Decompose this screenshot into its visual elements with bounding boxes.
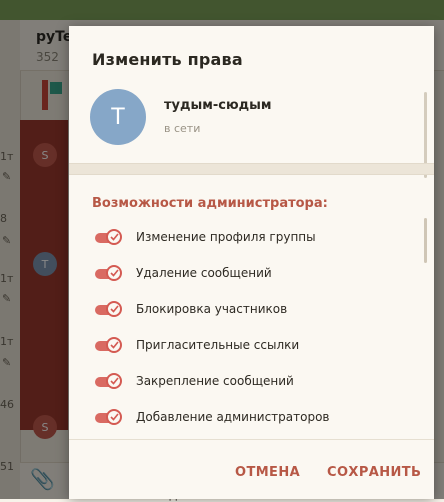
permission-toggle[interactable]	[95, 265, 125, 282]
permission-toggle[interactable]	[95, 409, 125, 426]
permission-row-add-admins[interactable]: Добавление администраторов	[69, 404, 409, 432]
avatar: T	[90, 89, 146, 145]
permission-row-ban-users[interactable]: Блокировка участников	[69, 296, 409, 324]
user-name: тудым-сюдым	[164, 98, 272, 113]
admin-rights-heading: Возможности администратора:	[92, 196, 328, 211]
check-icon	[106, 337, 122, 353]
permission-label: Добавление администраторов	[136, 410, 330, 424]
dialog-title: Изменить права	[92, 50, 243, 69]
user-status: в сети	[164, 122, 201, 135]
save-button[interactable]: СОХРАНИТЬ	[327, 465, 421, 480]
permission-label: Удаление сообщений	[136, 266, 272, 280]
permission-row-pin-messages[interactable]: Закрепление сообщений	[69, 368, 409, 396]
permission-toggle[interactable]	[95, 373, 125, 390]
check-icon	[106, 409, 122, 425]
check-icon	[106, 229, 122, 245]
scrollbar[interactable]	[424, 218, 427, 263]
permission-label: Блокировка участников	[136, 302, 288, 316]
cancel-button[interactable]: ОТМЕНА	[235, 465, 300, 480]
edit-rights-dialog: Изменить права T тудым-сюдым в сети Возм…	[69, 26, 434, 499]
permission-row-invite-links[interactable]: Пригласительные ссылки	[69, 332, 409, 360]
permission-row-delete-messages[interactable]: Удаление сообщений	[69, 260, 409, 288]
permission-toggle[interactable]	[95, 229, 125, 246]
permission-label: Изменение профиля группы	[136, 230, 316, 244]
permission-label: Пригласительные ссылки	[136, 338, 300, 352]
permission-label: Закрепление сообщений	[136, 374, 294, 388]
check-icon	[106, 265, 122, 281]
dialog-footer: ОТМЕНА СОХРАНИТЬ	[69, 439, 434, 499]
section-divider	[69, 163, 434, 175]
permission-toggle[interactable]	[95, 337, 125, 354]
permission-row-change-info[interactable]: Изменение профиля группы	[69, 224, 409, 252]
check-icon	[106, 301, 122, 317]
permission-toggle[interactable]	[95, 301, 125, 318]
check-icon	[106, 373, 122, 389]
